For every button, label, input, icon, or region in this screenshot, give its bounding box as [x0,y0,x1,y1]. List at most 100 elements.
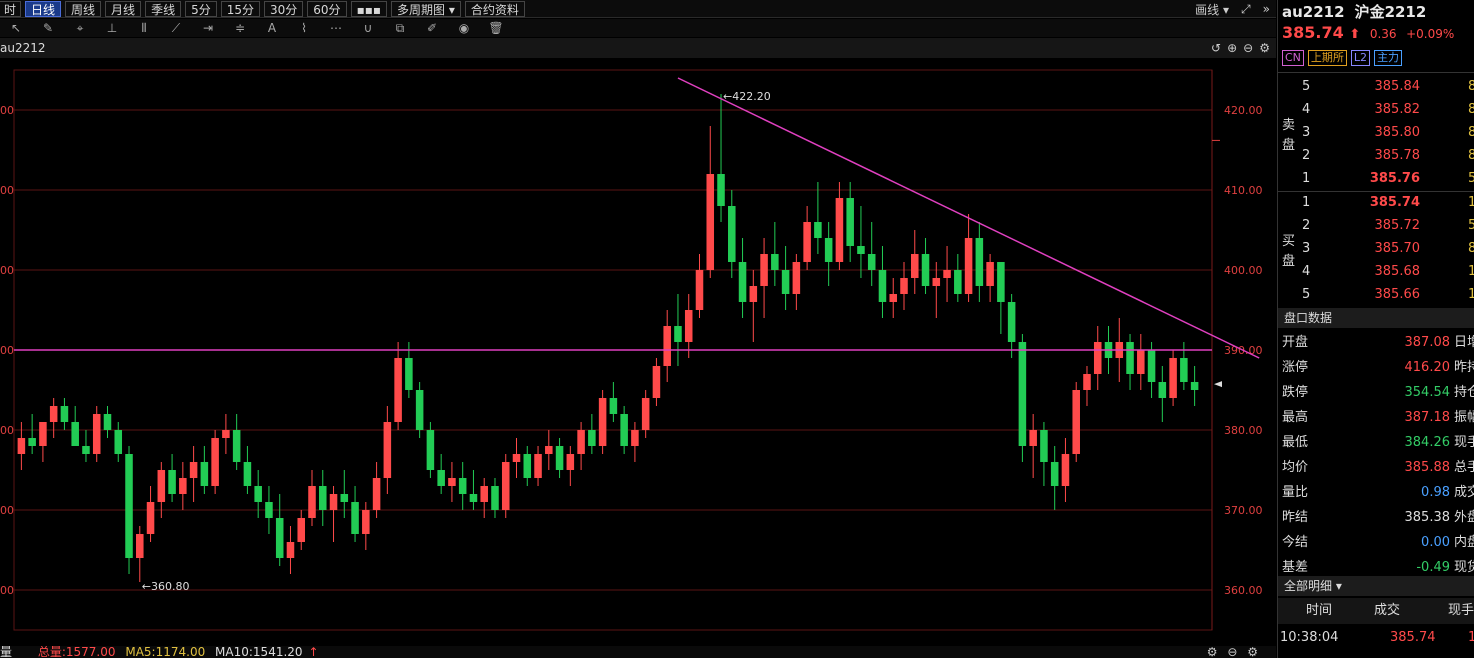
book-volume: 19 [1468,284,1474,306]
quote-label: 均价 [1282,460,1309,475]
candle-body [71,422,79,446]
reset-icon[interactable]: ↺ [1211,41,1221,55]
col-volume: 现手 [1448,603,1474,618]
book-level: 1 [1302,195,1311,210]
candle-body [910,254,919,278]
book-level: 3 [1302,241,1311,256]
text-tool-icon[interactable]: A [256,21,288,35]
candle-body [1180,358,1188,382]
edit-tool-icon[interactable]: ✐ [416,21,448,35]
y-tick-label-left: 00 [0,504,14,517]
trend-tool-icon[interactable]: ⟋ [160,21,192,36]
period-button[interactable]: 60分 [307,0,347,17]
quote-label-2: 日增 [1454,335,1474,350]
quote-row: 开盘 387.08日增 [1278,330,1474,355]
candle-body [426,430,435,470]
candle-body [555,446,564,470]
draw-line-dropdown[interactable]: 画线 ▾ [1195,1,1229,18]
candle-body [157,470,166,502]
y-tick-label: 400.00 [1224,264,1263,277]
settings-icon[interactable]: ⚙ [1207,646,1218,658]
quote-row: 最高 387.18振幅 [1278,405,1474,430]
quote-label: 跌停 [1282,385,1309,400]
quote-label-2: 成交 [1454,485,1474,500]
candle-body [577,430,585,454]
candle-body [469,494,478,502]
magnet-tool-icon[interactable]: ∪ [352,21,384,35]
total-volume: 总量:1577.00 [37,646,116,658]
node-tool-icon[interactable]: ⌖ [64,21,96,36]
period-toolbar: 时 日线 周线 月线 季线 5分 15分 30分 60分 ▪▪▪ 多周期图 ▾ 合约资料 画线… [0,0,1276,18]
quote-row: 跌停 354.54持仓 [1278,380,1474,405]
quote-label-2: 昨持 [1454,360,1474,375]
more-tools-icon[interactable]: ⋯ [320,21,352,35]
quote-label-2: 外盘 [1454,510,1474,525]
quote-label-2: 持仓 [1454,385,1474,400]
collapse-panel-icon[interactable]: » [1263,2,1270,16]
candle-body [114,430,123,454]
candle-body [286,542,295,558]
chevron-down-icon: ▾ [1335,579,1342,593]
range-tool-icon[interactable]: ⇥ [192,21,224,35]
candle-body [448,478,456,486]
period-button[interactable]: 日线 [25,0,62,17]
last-price-row: 385.74 ⬆ 0.36 +0.09% [1282,23,1454,42]
candle-body [415,390,424,430]
more-periods-button[interactable]: ▪▪▪ [350,0,387,17]
candle-body [803,222,811,262]
period-button[interactable]: 30分 [264,0,304,17]
candle-body [986,262,994,286]
bid-row: 3 385.70 8 [1278,238,1474,260]
crosshair-tool-icon[interactable]: ✎ [32,21,64,35]
trade-detail-header[interactable]: 全部明细 ▾ [1278,576,1474,596]
copy-tool-icon[interactable]: ⧉ [384,21,416,36]
candle-body [17,438,26,454]
zoom-out-icon[interactable]: ⊖ [1243,41,1253,55]
candle-body [383,422,392,478]
candle-body [136,534,144,558]
candle-body [405,358,413,390]
ask-row: 2 385.78 8 [1278,145,1474,167]
candle-body [394,358,402,422]
period-button[interactable]: 周线 [65,0,102,17]
candle-body [243,462,252,486]
period-partial-button[interactable]: 时 [0,0,22,17]
y-tick-label-left: 00 [0,584,14,597]
candle-body [867,254,876,270]
candle-body [1137,350,1145,374]
contract-info-button[interactable]: 合约资料 [464,0,525,17]
hline-tool-icon[interactable]: ⊥ [96,21,128,35]
pattern-tool-icon[interactable]: ⌇ [288,21,320,35]
trash-icon[interactable]: 🗑 [480,21,512,35]
candle-body [588,430,596,446]
gear-icon[interactable]: ⚙ [1247,646,1258,658]
cursor-tool-icon[interactable]: ↖ [0,21,32,35]
fullscreen-icon[interactable]: ⤢ [1241,2,1251,17]
period-button[interactable]: 月线 [105,0,142,17]
gear-icon[interactable]: ⚙ [1259,41,1270,55]
market-badge: 上期所 [1307,50,1347,66]
quote-data-header[interactable]: 盘口数据 [1278,308,1474,328]
eye-icon[interactable]: ◉ [448,21,480,35]
candlestick-chart[interactable]: 360.0000370.0000380.0000390.0000400.0000… [0,58,1276,646]
y-tick-label: 420.00 [1224,104,1263,117]
zoom-out-icon[interactable]: ⊖ [1227,646,1237,658]
candle-body [1072,390,1080,454]
quote-row: 昨结 385.38外盘 [1278,505,1474,530]
book-level: 3 [1302,125,1311,140]
symbol-name: 沪金2212 [1354,3,1427,21]
fib-tool-icon[interactable]: ≑ [224,21,256,35]
last-price-marker [1214,381,1222,388]
badge-row: CN 上期所 L2 主力 [1282,50,1403,66]
quote-row: 涨停 416.20昨持 [1278,355,1474,380]
quote-value: 385.88 [1404,460,1451,475]
period-button[interactable]: 15分 [220,0,260,17]
parallel-tool-icon[interactable]: ⫴ [128,21,160,36]
period-button[interactable]: 季线 [145,0,182,17]
multi-period-dropdown[interactable]: 多周期图 ▾ [390,0,461,17]
book-level: 2 [1302,148,1311,163]
zoom-in-icon[interactable]: ⊕ [1227,41,1237,55]
period-button[interactable]: 5分 [185,0,217,17]
market-badge: 主力 [1374,50,1403,66]
candle-body [501,462,510,510]
